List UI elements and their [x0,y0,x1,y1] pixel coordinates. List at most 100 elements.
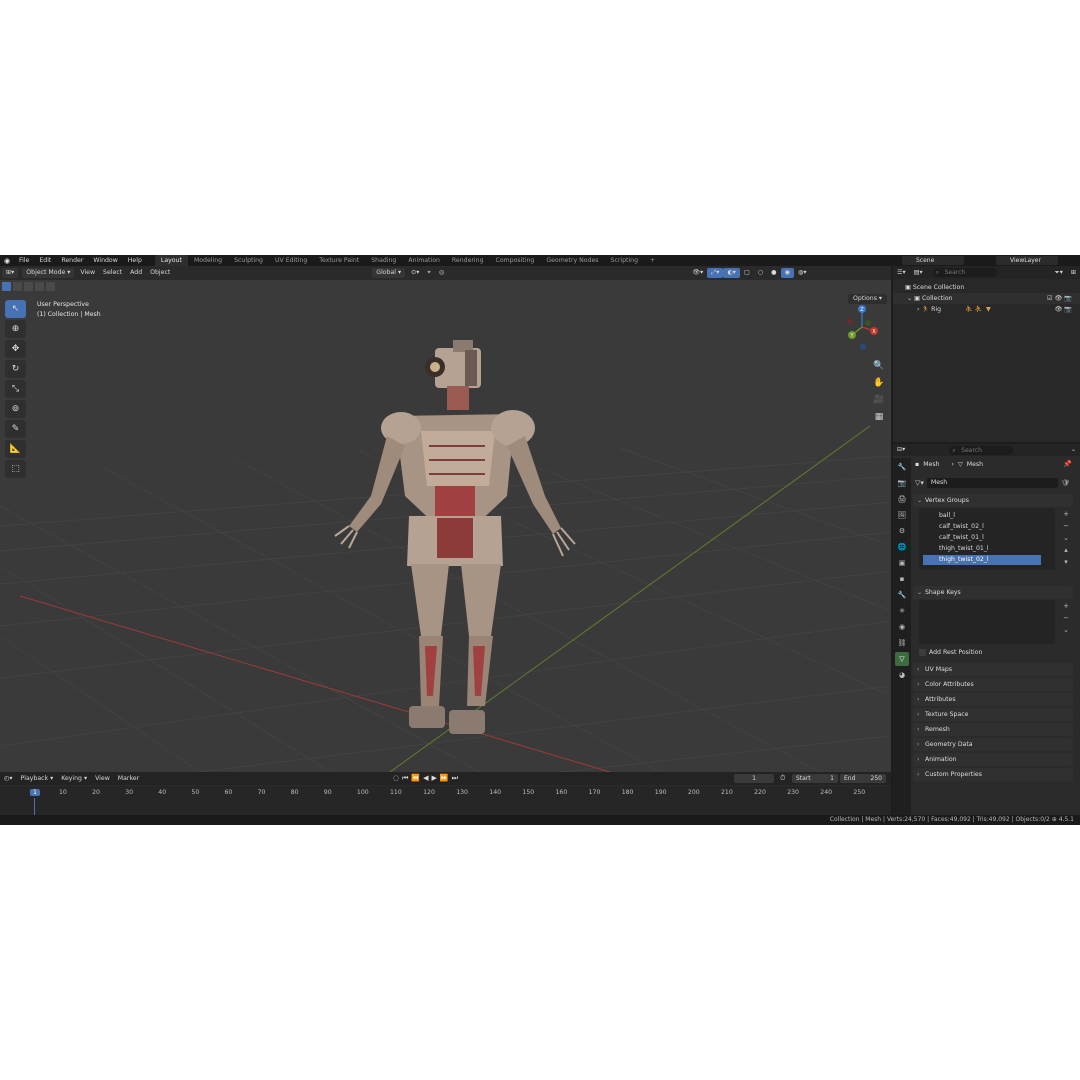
rig-visibility-icons[interactable]: 👁 📷 [1054,304,1072,315]
playback-menu[interactable]: Playback ▾ [17,774,58,784]
move-up-icon[interactable]: ▴ [1061,544,1071,556]
add-shape-key-icon[interactable]: + [1061,600,1071,612]
add-rest-position-checkbox[interactable] [919,649,926,656]
menu-select[interactable]: Select [99,268,126,278]
view-layer-selector[interactable]: ViewLayer [996,256,1058,265]
color-attributes-panel-header[interactable]: Color Attributes [913,678,1073,691]
pin-icon[interactable]: 📌 [1063,460,1072,468]
view-layer-tab-icon[interactable]: 🖼 [895,508,909,522]
world-tab-icon[interactable]: 🌐 [895,540,909,554]
xray-icon[interactable]: ▢ [740,268,754,278]
select-tool-icon[interactable]: ↖ [5,300,26,318]
pivot-icon[interactable]: ⊙▾ [407,268,423,278]
editor-type-icon[interactable]: ⊞▾ [2,268,19,278]
menu-help[interactable]: Help [123,255,147,266]
select-subtract-icon[interactable] [24,281,33,291]
blender-logo-icon[interactable]: ◉ [0,255,14,266]
end-frame-field[interactable]: End 250 [840,774,886,783]
move-down-icon[interactable]: ▾ [1061,556,1071,568]
material-tab-icon[interactable]: ◕ [895,668,909,682]
new-collection-icon[interactable]: ⊞ [1067,268,1080,278]
menu-file[interactable]: File [14,255,34,266]
tab-compositing[interactable]: Compositing [490,255,541,266]
scene-collection-row[interactable]: ▣ Scene Collection [893,282,1080,293]
vertex-group-item-selected[interactable]: thigh_twist_02_l [923,555,1041,565]
mode-selector[interactable]: Object Mode ▾ [22,268,75,278]
render-tab-icon[interactable]: 📷 [895,476,909,490]
remove-shape-key-icon[interactable]: − [1061,612,1071,624]
overlay-toggle-icon[interactable]: ◐▾ [723,268,740,278]
zoom-icon[interactable]: 🔍 [872,359,886,373]
vertex-group-item[interactable]: ball_l [923,511,1041,521]
menu-object[interactable]: Object [146,268,174,278]
scene-selector[interactable]: Scene [902,256,964,265]
menu-render[interactable]: Render [56,255,88,266]
shading-solid-icon[interactable]: ● [767,268,780,278]
select-box-icon[interactable] [2,281,11,291]
navigation-gizmo[interactable]: Z X Y [838,301,884,353]
select-intersect-icon[interactable] [46,281,55,291]
rig-row[interactable]: › 🏃 Rig ⛹ ⛹ ▼ 👁 📷 [893,304,1080,315]
tab-geometry-nodes[interactable]: Geometry Nodes [540,255,604,266]
shading-rendered-icon[interactable]: ◍▾ [794,268,811,278]
tab-scripting[interactable]: Scripting [605,255,645,266]
perspective-toggle-icon[interactable]: ▦ [872,410,886,424]
geometry-data-panel-header[interactable]: Geometry Data [913,738,1073,751]
display-mode-icon[interactable]: ▤▾ [910,268,927,278]
tab-uv-editing[interactable]: UV Editing [269,255,313,266]
select-extend-icon[interactable] [13,281,22,291]
menu-view[interactable]: View [76,268,99,278]
timeline-editor-type-icon[interactable]: ◴▾ [0,774,17,784]
properties-editor-type-icon[interactable]: ⊟▾ [893,445,909,455]
collection-visibility-icons[interactable]: ☑ 👁 📷 [1047,293,1072,304]
vertex-group-item[interactable]: thigh_twist_01_l [923,544,1041,554]
outliner-editor-type-icon[interactable]: ☰▾ [893,268,910,278]
particles-tab-icon[interactable]: ✳ [895,604,909,618]
current-frame-field[interactable]: 1 [734,774,774,783]
annotate-tool-icon[interactable]: ✎ [5,420,26,438]
texture-space-panel-header[interactable]: Texture Space [913,708,1073,721]
add-cube-tool-icon[interactable]: ⬚ [5,460,26,478]
animation-panel-header[interactable]: Animation [913,753,1073,766]
shape-keys-panel-header[interactable]: Shape Keys [913,586,1073,599]
add-rest-position-row[interactable]: Add Rest Position [919,648,982,657]
attributes-panel-header[interactable]: Attributes [913,693,1073,706]
tab-rendering[interactable]: Rendering [446,255,490,266]
shape-keys-list[interactable] [919,600,1055,644]
proportional-edit-icon[interactable]: ◎ [435,268,448,278]
scene-tab-icon[interactable]: ⚙ [895,524,909,538]
timeline-ruler[interactable]: 1 10 20 30 40 50 60 70 80 90 100 110 120 130 140 150 160… [0,786,891,815]
mesh-datablock-icon[interactable]: ▽▾ [915,479,924,487]
snap-icon[interactable]: ⌖ [423,268,434,278]
object-tab-icon[interactable]: ▪ [895,572,909,586]
collection-tab-icon[interactable]: ▣ [895,556,909,570]
cursor-tool-icon[interactable]: ⊕ [5,320,26,338]
properties-options-icon[interactable]: ⌄ [1067,445,1080,455]
keying-menu[interactable]: Keying ▾ [57,774,91,784]
jump-start-icon[interactable]: ⏮ [402,774,408,783]
camera-view-icon[interactable]: 🎥 [872,393,886,407]
select-invert-icon[interactable] [35,281,44,291]
transform-tool-icon[interactable]: ⊚ [5,400,26,418]
remove-vertex-group-icon[interactable]: − [1061,520,1071,532]
play-icon[interactable]: ▶ [432,774,437,783]
tool-tab-icon[interactable]: 🔧 [895,460,909,474]
menu-add[interactable]: Add [126,268,146,278]
constraints-tab-icon[interactable]: ⛓ [895,636,909,650]
rotate-tool-icon[interactable]: ↻ [5,360,26,378]
measure-tool-icon[interactable]: 📐 [5,440,26,458]
vertex-group-item[interactable]: calf_twist_02_l [923,522,1041,532]
output-tab-icon[interactable]: 🖨 [895,492,909,506]
tab-shading[interactable]: Shading [365,255,402,266]
shading-wireframe-icon[interactable]: ○ [754,268,767,278]
record-icon[interactable]: ◌ [393,774,399,783]
visibility-icon[interactable]: 👁▾ [688,268,707,278]
properties-search-input[interactable]: ⌕ Search [949,445,1014,455]
uv-maps-panel-header[interactable]: UV Maps [913,663,1073,676]
start-frame-field[interactable]: Start 1 [792,774,838,783]
menu-window[interactable]: Window [88,255,122,266]
play-reverse-icon[interactable]: ◀ [423,774,428,783]
robot-mesh-model[interactable] [325,336,585,746]
menu-edit[interactable]: Edit [34,255,56,266]
shape-key-specials-icon[interactable]: ⌄ [1061,624,1071,636]
